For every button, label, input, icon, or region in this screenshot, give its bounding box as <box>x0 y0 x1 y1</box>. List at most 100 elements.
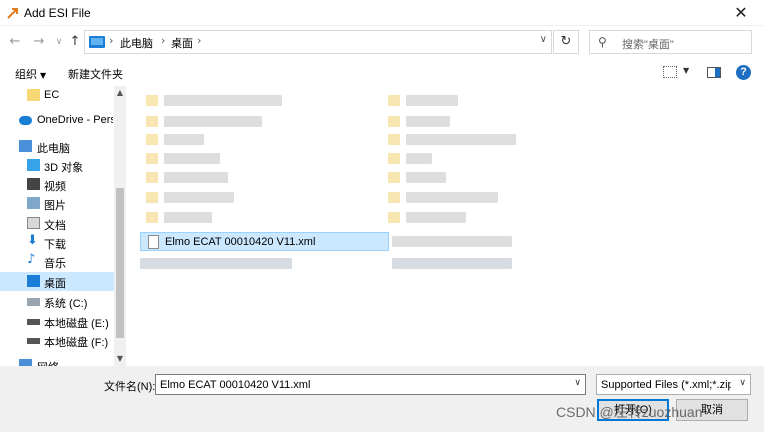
sidebar-item-desktop[interactable]: 桌面 <box>0 272 114 291</box>
blurred-item[interactable] <box>406 192 498 203</box>
folder-icon[interactable] <box>388 192 400 203</box>
sidebar-item-label: 3D 对象 <box>44 162 84 174</box>
pictures-icon <box>27 197 40 209</box>
search-placeholder: 搜索"桌面" <box>622 39 674 51</box>
sidebar-item-label: EC <box>44 89 60 101</box>
navigation-bar: ← → ∨ ↑ › 此电脑 › 桌面 › ∨ ↻ ⚲ 搜索"桌面" <box>0 28 764 56</box>
folder-icon[interactable] <box>146 172 158 183</box>
footer-panel: 文件名(N): Elmo ECAT 00010420 V11.xml ∨ Sup… <box>0 366 764 432</box>
blurred-item[interactable] <box>140 258 292 269</box>
organize-label: 组织 <box>15 69 37 81</box>
refresh-button[interactable]: ↻ <box>553 30 579 54</box>
blurred-item[interactable] <box>406 172 446 183</box>
back-button[interactable]: ← <box>6 32 24 52</box>
documents-icon <box>27 217 40 229</box>
sidebar-item-label: 桌面 <box>44 278 66 290</box>
folder-icon[interactable] <box>388 95 400 106</box>
file-type-select[interactable]: Supported Files (*.xml;*.zip;* ∨ <box>596 374 751 395</box>
new-folder-button[interactable]: 新建文件夹 <box>68 66 123 82</box>
caret-down-icon[interactable]: ▼ <box>683 66 689 75</box>
file-item-selected[interactable]: Elmo ECAT 00010420 V11.xml <box>140 232 389 251</box>
chevron-right-icon: › <box>161 34 166 47</box>
blurred-item[interactable] <box>392 258 512 269</box>
sidebar-item-drive-c[interactable]: 系统 (C:) <box>0 292 114 311</box>
sidebar-item-label: 本地磁盘 (E:) <box>44 318 109 330</box>
folder-icon[interactable] <box>146 116 158 127</box>
sidebar-scrollbar[interactable]: ▲ ▼ <box>114 86 126 366</box>
blurred-item[interactable] <box>392 236 512 247</box>
blurred-item[interactable] <box>164 134 204 145</box>
search-box[interactable]: ⚲ 搜索"桌面" <box>589 30 752 54</box>
scroll-down-icon[interactable]: ▼ <box>114 354 126 363</box>
blurred-item[interactable] <box>406 134 516 145</box>
chevron-down-icon[interactable]: ∨ <box>540 34 547 45</box>
drive-icon <box>27 298 40 306</box>
sidebar-item-label: 文档 <box>44 220 66 232</box>
folder-icon[interactable] <box>146 134 158 145</box>
folder-icon[interactable] <box>388 153 400 164</box>
sidebar-item-documents[interactable]: 文档 <box>0 214 114 233</box>
window-title: Add ESI File <box>24 6 91 20</box>
sidebar-item-pictures[interactable]: 图片 <box>0 194 114 213</box>
blurred-item[interactable] <box>406 153 432 164</box>
chevron-down-icon[interactable]: ∨ <box>574 378 581 388</box>
preview-pane-icon[interactable] <box>707 67 721 78</box>
blurred-item[interactable] <box>164 116 262 127</box>
sidebar-item-videos[interactable]: 视频 <box>0 175 114 194</box>
folder-icon[interactable] <box>146 153 158 164</box>
file-list[interactable]: Elmo ECAT 00010420 V11.xml <box>130 86 764 366</box>
file-name: Elmo ECAT 00010420 V11.xml <box>165 236 316 248</box>
folder-icon[interactable] <box>146 192 158 203</box>
sidebar-item-network[interactable]: 网络 <box>0 356 114 366</box>
folder-icon[interactable] <box>388 212 400 223</box>
view-options-icon[interactable] <box>663 66 677 78</box>
breadcrumb-this-pc[interactable]: 此电脑 <box>120 35 153 51</box>
help-icon[interactable]: ? <box>736 65 751 80</box>
sidebar-item-onedrive[interactable]: OneDrive - Perso <box>0 111 114 130</box>
search-icon: ⚲ <box>598 35 607 49</box>
folder-icon[interactable] <box>388 172 400 183</box>
download-icon: ⬇ <box>27 233 38 248</box>
folder-icon[interactable] <box>388 134 400 145</box>
breadcrumb-desktop[interactable]: 桌面 <box>171 35 193 51</box>
organize-button[interactable]: 组织 ▼ <box>15 66 46 82</box>
music-icon: ♪ <box>27 252 36 267</box>
drive-icon <box>27 319 40 325</box>
blurred-item[interactable] <box>164 95 282 106</box>
folder-icon[interactable] <box>388 116 400 127</box>
scroll-up-icon[interactable]: ▲ <box>114 88 126 97</box>
sidebar-item-drive-f[interactable]: 本地磁盘 (F:) <box>0 331 114 350</box>
blurred-item[interactable] <box>164 192 234 203</box>
folder-icon[interactable] <box>146 212 158 223</box>
chevron-down-icon[interactable]: ∨ <box>739 378 746 388</box>
blurred-item[interactable] <box>164 212 212 223</box>
blurred-item[interactable] <box>406 212 466 223</box>
sidebar-item-label: 本地磁盘 (F:) <box>44 337 109 349</box>
sidebar-item-ec[interactable]: EC <box>0 86 114 105</box>
sidebar-item-drive-e[interactable]: 本地磁盘 (E:) <box>0 312 114 331</box>
sidebar-item-music[interactable]: ♪ 音乐 <box>0 252 114 271</box>
forward-button[interactable]: → <box>30 32 48 52</box>
sidebar-item-this-pc[interactable]: 此电脑 <box>0 137 114 156</box>
filename-label: 文件名(N): <box>104 381 156 393</box>
blurred-item[interactable] <box>164 172 228 183</box>
filename-input[interactable]: Elmo ECAT 00010420 V11.xml ∨ <box>155 374 586 395</box>
sidebar-item-3d-objects[interactable]: 3D 对象 <box>0 156 114 175</box>
sidebar-item-label: 图片 <box>44 200 66 212</box>
sidebar-item-label: 音乐 <box>44 258 66 270</box>
blurred-item[interactable] <box>164 153 220 164</box>
chevron-right-icon: › <box>109 34 114 47</box>
blurred-item[interactable] <box>406 95 458 106</box>
close-button[interactable]: ✕ <box>718 0 764 26</box>
address-bar[interactable]: › 此电脑 › 桌面 › ∨ <box>84 30 552 54</box>
sidebar-item-label: OneDrive - Perso <box>37 114 113 126</box>
scrollbar-thumb[interactable] <box>116 188 124 338</box>
folder-icon[interactable] <box>146 95 158 106</box>
sidebar-item-label: 下载 <box>44 239 66 251</box>
up-button[interactable]: ↑ <box>66 32 84 52</box>
computer-icon <box>89 36 105 48</box>
video-icon <box>27 178 40 190</box>
sidebar-item-downloads[interactable]: ⬇ 下载 <box>0 233 114 252</box>
blurred-item[interactable] <box>406 116 450 127</box>
chevron-right-icon[interactable]: › <box>197 34 201 47</box>
